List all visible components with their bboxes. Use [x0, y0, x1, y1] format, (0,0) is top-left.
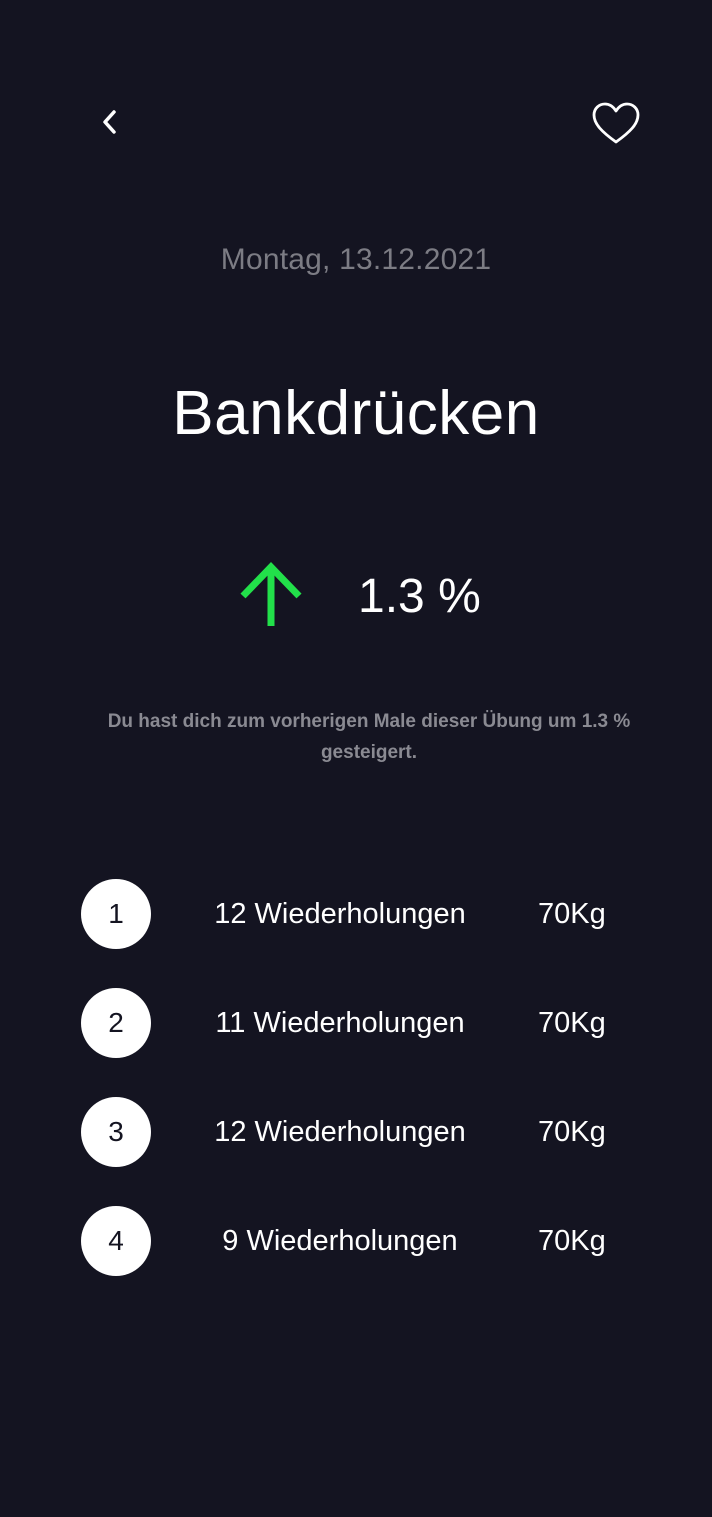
arrow-up-icon: [240, 561, 302, 626]
set-reps: 12 Wiederholungen: [214, 1116, 466, 1148]
sets-list: 1 12 Wiederholungen 70Kg 2 11 Wiederholu…: [0, 879, 712, 1315]
back-button[interactable]: [88, 100, 132, 144]
set-weight: 70Kg: [538, 1007, 606, 1039]
set-number-badge: 2: [81, 988, 151, 1058]
set-weight: 70Kg: [538, 1116, 606, 1148]
set-number-badge: 3: [81, 1097, 151, 1167]
progress-indicator: 1.3 %: [236, 560, 481, 632]
set-reps: 9 Wiederholungen: [222, 1225, 458, 1257]
set-reps: 11 Wiederholungen: [215, 1007, 465, 1039]
heart-outline-icon: [592, 102, 640, 144]
set-number-badge: 4: [81, 1206, 151, 1276]
set-weight: 70Kg: [538, 898, 606, 930]
set-row[interactable]: 2 11 Wiederholungen 70Kg: [0, 988, 712, 1058]
set-reps: 12 Wiederholungen: [214, 898, 466, 930]
workout-date: Montag, 13.12.2021: [220, 243, 492, 276]
set-row[interactable]: 4 9 Wiederholungen 70Kg: [0, 1206, 712, 1276]
set-row[interactable]: 3 12 Wiederholungen 70Kg: [0, 1097, 712, 1167]
set-row[interactable]: 1 12 Wiederholungen 70Kg: [0, 879, 712, 949]
progress-description: Du hast dich zum vorherigen Male dieser …: [107, 711, 631, 763]
progress-value: 1.3 %: [358, 569, 481, 623]
exercise-title: Bankdrücken: [172, 379, 540, 448]
set-weight: 70Kg: [538, 1225, 606, 1257]
chevron-left-icon: [103, 110, 116, 134]
set-number-badge: 1: [81, 879, 151, 949]
favorite-button[interactable]: [588, 98, 644, 150]
